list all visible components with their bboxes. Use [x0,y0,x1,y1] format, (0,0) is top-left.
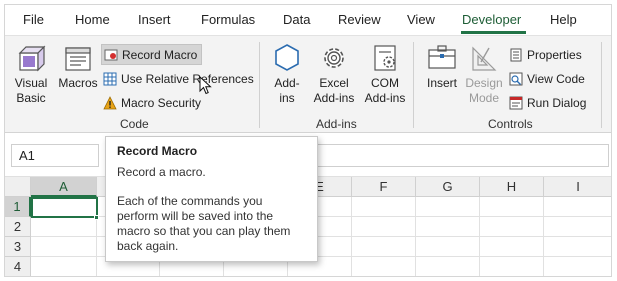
active-tab-indicator [461,31,526,34]
grid-cell[interactable] [31,257,97,276]
design-mode-label: Design Mode [465,76,503,105]
formula-input[interactable] [313,144,609,167]
group-divider [259,42,260,128]
record-macro-tooltip: Record Macro Record a macro. Each of the… [105,136,318,262]
grid-cell[interactable] [416,217,480,237]
code-group-label: Code [120,117,149,131]
ribbon: Visual Basic Macros Record Macro Use Rel… [5,35,611,133]
view-code-button[interactable]: View Code [507,68,589,89]
properties-button[interactable]: Properties [507,44,586,65]
properties-label: Properties [527,47,582,62]
menu-view[interactable]: View [407,12,435,27]
properties-icon [510,48,522,61]
name-box[interactable]: A1 [11,144,99,167]
controls-group-label: Controls [488,117,533,131]
add-ins-label: Add- ins [274,76,300,105]
grid-cell[interactable] [544,197,611,217]
grid-cell[interactable] [480,237,544,257]
menu-file[interactable]: File [23,12,44,27]
fill-handle[interactable] [94,215,99,220]
macro-security-button[interactable]: Macro Security [101,92,205,113]
excel-add-ins-button[interactable]: Excel Add-ins [310,42,358,106]
run-dialog-icon [509,96,523,109]
tooltip-summary: Record a macro. [117,165,206,179]
menu-developer[interactable]: Developer [462,12,521,27]
menu-help[interactable]: Help [550,12,577,27]
visual-basic-icon [18,45,46,72]
grid-cell[interactable] [416,257,480,276]
toolbox-icon [428,45,456,69]
menu-bar: File Home Insert Formulas Data Review Vi… [5,5,611,35]
com-add-ins-label: COM Add-ins [364,76,406,105]
group-divider [413,42,414,128]
mouse-cursor-icon [199,76,212,95]
column-header-a[interactable]: A [31,177,97,197]
row-header-3[interactable]: 3 [5,237,31,257]
use-relative-references-label: Use Relative References [121,71,254,86]
active-cell-a1[interactable] [31,197,98,218]
grid-cell[interactable] [352,197,416,217]
grid-cell[interactable] [416,197,480,217]
column-header-g[interactable]: G [416,177,480,197]
menu-data[interactable]: Data [283,12,310,27]
macros-icon [65,47,91,71]
record-macro-label: Record Macro [122,47,198,62]
add-ins-group-label: Add-ins [316,117,357,131]
menu-review[interactable]: Review [338,12,381,27]
excel-add-ins-label: Excel Add-ins [313,76,355,105]
grid-cell[interactable] [31,217,97,237]
menu-insert[interactable]: Insert [138,12,171,27]
grid-cell[interactable] [544,237,611,257]
row-header-2[interactable]: 2 [5,217,31,237]
grid-cell[interactable] [544,257,611,276]
run-dialog-button[interactable]: Run Dialog [507,92,590,113]
select-all-corner[interactable] [5,177,31,197]
row-header-1[interactable]: 1 [5,197,31,217]
insert-control-label: Insert [426,76,457,90]
add-ins-icon [275,44,299,71]
visual-basic-button[interactable]: Visual Basic [11,42,51,106]
grid-cell[interactable] [480,217,544,237]
tooltip-description: Each of the commands you perform will be… [117,194,291,253]
grid-cell[interactable] [31,237,97,257]
grid-cell[interactable] [480,257,544,276]
view-code-label: View Code [527,71,585,86]
com-add-ins-icon [374,45,396,71]
visual-basic-label: Visual Basic [14,76,48,105]
design-mode-button[interactable]: Design Mode [463,42,505,106]
column-header-i[interactable]: I [544,177,611,197]
view-code-icon [509,72,523,85]
grid-cell[interactable] [544,217,611,237]
warning-icon [103,95,117,109]
gear-icon [324,48,344,68]
column-header-h[interactable]: H [480,177,544,197]
grid-cell[interactable] [352,257,416,276]
row-header-4[interactable]: 4 [5,257,31,276]
run-dialog-label: Run Dialog [527,95,587,110]
record-macro-button[interactable]: Record Macro [101,44,202,65]
grid-cell[interactable] [480,197,544,217]
column-header-f[interactable]: F [352,177,416,197]
record-macro-icon [104,49,118,60]
group-divider [601,42,602,128]
menu-home[interactable]: Home [75,12,110,27]
macros-button[interactable]: Macros [57,42,99,91]
add-ins-button[interactable]: Add- ins [270,42,304,106]
excel-window: File Home Insert Formulas Data Review Vi… [4,4,612,277]
grid-cell[interactable] [416,237,480,257]
tooltip-title: Record Macro [117,144,198,158]
menu-formulas[interactable]: Formulas [201,12,255,27]
grid-cell[interactable] [352,217,416,237]
macros-label: Macros [58,76,98,90]
use-relative-references-button[interactable]: Use Relative References [101,68,258,89]
macro-security-label: Macro Security [121,95,202,110]
com-add-ins-button[interactable]: COM Add-ins [362,42,408,106]
grid-cell[interactable] [352,237,416,257]
insert-control-button[interactable]: Insert [423,42,461,91]
relative-references-icon [103,72,117,85]
design-mode-icon [472,46,497,71]
